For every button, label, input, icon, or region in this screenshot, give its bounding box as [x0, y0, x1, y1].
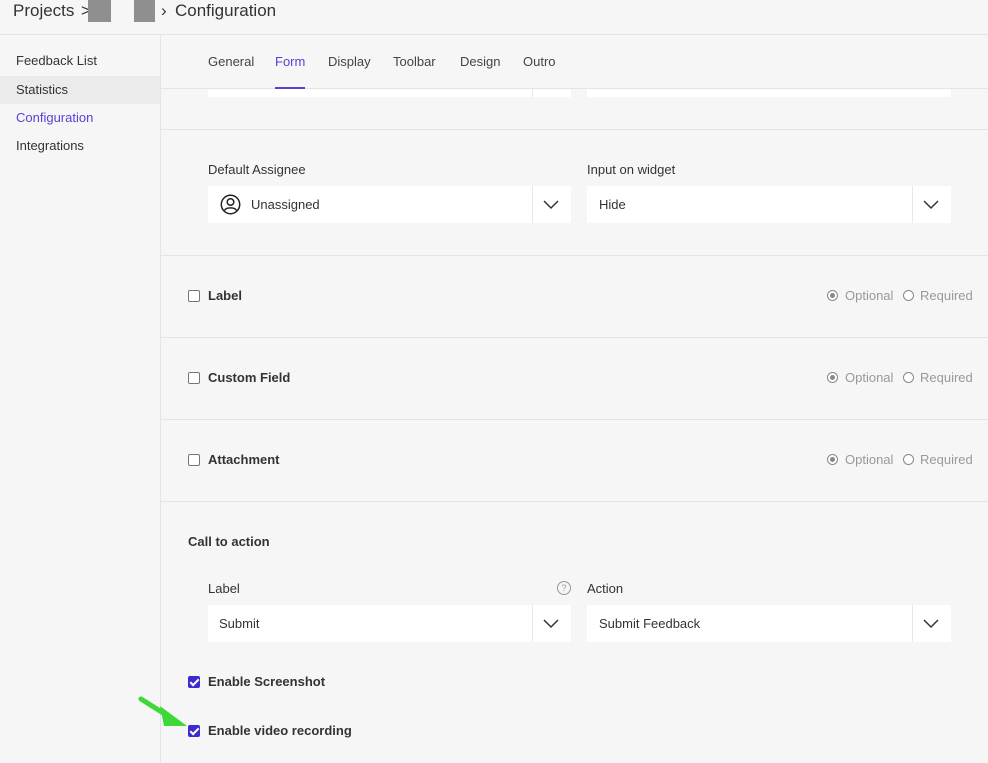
label-optional-text: Optional	[845, 288, 894, 303]
label-required-text: Required	[920, 288, 973, 303]
input-on-widget-label: Input on widget	[587, 162, 676, 177]
call-to-action-heading: Call to action	[188, 534, 270, 549]
user-circle-icon	[220, 194, 241, 215]
enable-screenshot-checkbox[interactable]	[188, 676, 200, 688]
attachment-name: Attachment	[208, 452, 280, 467]
custom-field-name: Custom Field	[208, 370, 291, 385]
breadcrumb-projects[interactable]: Projects	[13, 0, 74, 22]
cta-action-title: Action	[587, 581, 624, 596]
custom-field-required-radio[interactable]	[903, 372, 914, 383]
attachment-checkbox[interactable]	[188, 454, 200, 466]
sidebar: Feedback List Statistics Configuration I…	[0, 35, 161, 763]
label-optional-radio[interactable]	[827, 290, 838, 301]
section-divider	[161, 255, 988, 256]
tab-general[interactable]: General	[208, 35, 254, 89]
cta-label-value: Submit	[219, 616, 260, 631]
attachment-optional-text: Optional	[845, 452, 894, 467]
breadcrumb-current: Configuration	[175, 1, 277, 20]
cta-label-title: Label	[208, 581, 240, 596]
tab-design[interactable]: Design	[460, 35, 500, 89]
attachment-required-text: Required	[920, 452, 973, 467]
custom-field-required-text: Required	[920, 370, 973, 385]
sidebar-item-statistics[interactable]: Statistics	[0, 76, 160, 104]
chevron-down-icon	[923, 200, 939, 210]
attachment-required-radio[interactable]	[903, 454, 914, 465]
sidebar-item-configuration[interactable]: Configuration	[0, 104, 160, 132]
help-icon[interactable]: ?	[557, 581, 571, 595]
chevron-down-icon	[923, 619, 939, 629]
sidebar-item-feedback-list[interactable]: Feedback List	[0, 47, 160, 75]
label-required-radio[interactable]	[903, 290, 914, 301]
config-tabs: General Form Display Toolbar Design Outr…	[161, 35, 988, 89]
tab-display[interactable]: Display	[328, 35, 371, 89]
section-divider	[161, 337, 988, 338]
default-assignee-value: Unassigned	[251, 197, 320, 212]
chevron-down-icon	[543, 619, 559, 629]
default-assignee-label: Default Assignee	[208, 162, 306, 177]
section-divider	[161, 129, 988, 130]
top-bar: Projects > › Configuration	[0, 0, 988, 35]
enable-video-recording-label: Enable video recording	[208, 723, 352, 738]
arrow-pointer-icon	[138, 696, 187, 726]
label-field-name: Label	[208, 288, 242, 303]
breadcrumb-separator-2: ›	[161, 1, 167, 20]
cta-action-select[interactable]: Submit Feedback	[587, 605, 951, 642]
label-field-checkbox[interactable]	[188, 290, 200, 302]
chevron-down-icon	[543, 200, 559, 210]
section-divider	[161, 501, 988, 502]
cta-action-value: Submit Feedback	[599, 616, 701, 631]
previous-select-left[interactable]	[208, 89, 571, 97]
previous-select-right[interactable]	[587, 89, 951, 97]
section-divider	[161, 419, 988, 420]
sidebar-item-integrations[interactable]: Integrations	[0, 132, 160, 160]
attachment-optional-radio[interactable]	[827, 454, 838, 465]
tab-toolbar[interactable]: Toolbar	[393, 35, 436, 89]
redacted-project-name	[88, 0, 111, 22]
tab-outro[interactable]: Outro	[523, 35, 556, 89]
custom-field-optional-radio[interactable]	[827, 372, 838, 383]
tab-form[interactable]: Form	[275, 35, 306, 89]
custom-field-optional-text: Optional	[845, 370, 894, 385]
input-on-widget-select[interactable]: Hide	[587, 186, 951, 223]
enable-screenshot-label: Enable Screenshot	[208, 674, 326, 689]
cta-label-select[interactable]: Submit	[208, 605, 571, 642]
redacted-project-name-2	[134, 0, 155, 22]
custom-field-checkbox[interactable]	[188, 372, 200, 384]
default-assignee-select[interactable]: Unassigned	[208, 186, 571, 223]
input-on-widget-value: Hide	[599, 197, 626, 212]
